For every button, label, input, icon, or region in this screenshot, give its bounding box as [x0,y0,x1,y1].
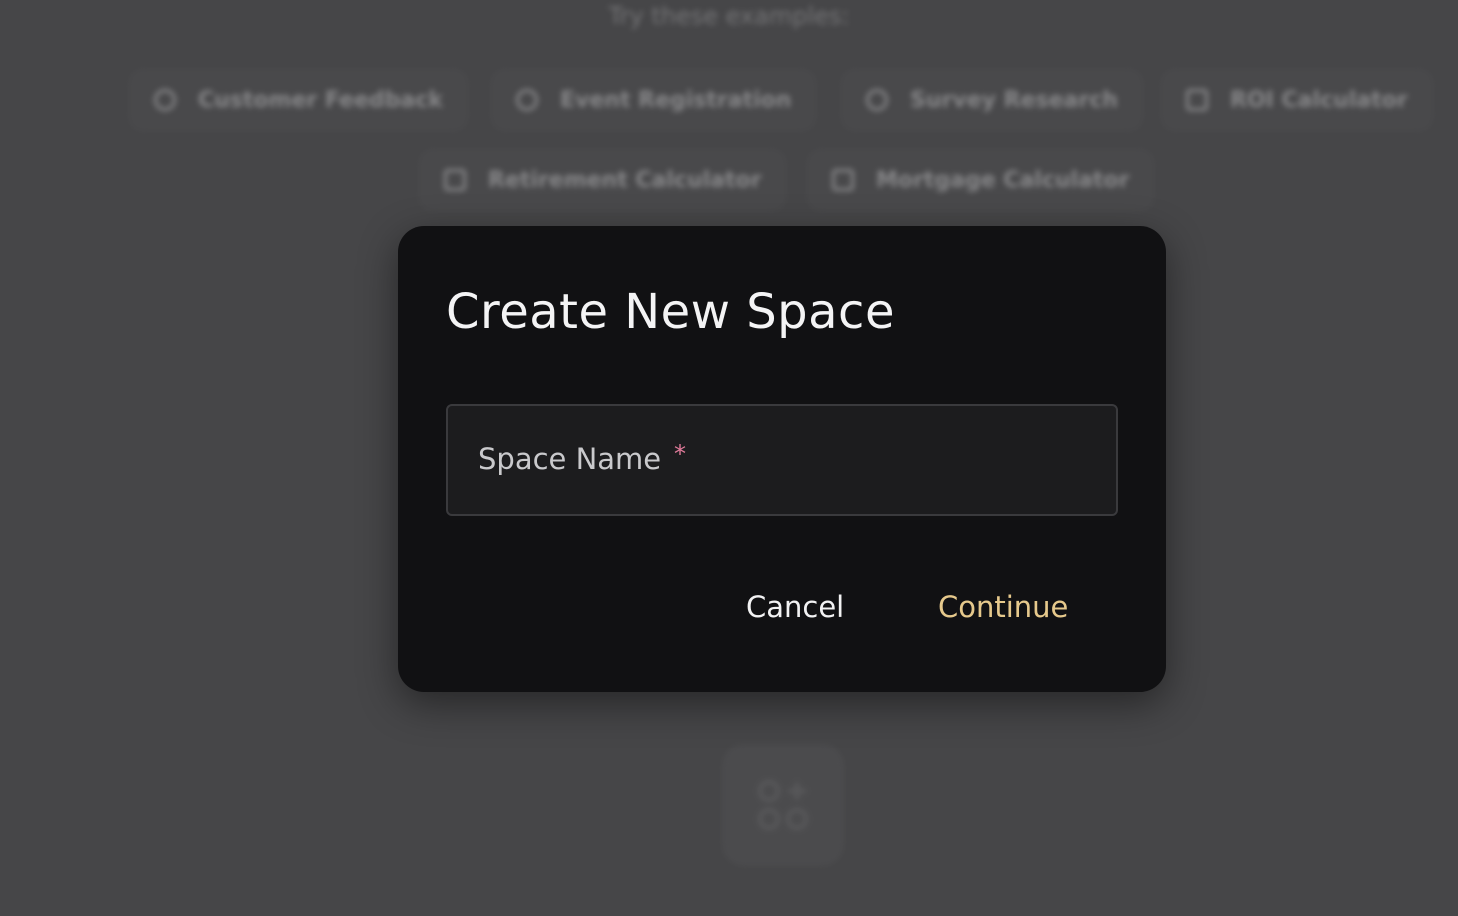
app-screen: Try these examples: Customer Feedback Ev… [0,0,1458,916]
example-chip-roi-calculator[interactable]: ROI Calculator [1160,68,1434,132]
apps-add-icon[interactable] [722,744,844,866]
calculator-icon [832,169,854,191]
chip-label: ROI Calculator [1230,87,1408,113]
chip-label: Event Registration [560,87,792,113]
calculator-icon [1186,89,1208,111]
example-chip-mortgage-calculator[interactable]: Mortgage Calculator [806,148,1156,212]
cancel-button[interactable]: Cancel [734,582,856,632]
example-chip-customer-feedback[interactable]: Customer Feedback [128,68,469,132]
continue-button[interactable]: Continue [926,582,1080,632]
dialog-title: Create New Space [446,284,895,340]
space-name-input[interactable] [448,406,1120,516]
chat-bubble-icon [866,89,888,111]
example-chip-survey-research[interactable]: Survey Research [840,68,1144,132]
tile-dot [758,808,780,830]
chip-label: Survey Research [910,87,1118,113]
tile-plus [786,780,808,802]
chat-bubble-icon [516,89,538,111]
chat-bubble-icon [154,89,176,111]
calculator-icon [444,169,466,191]
space-name-field[interactable]: Space Name * [446,404,1120,516]
create-space-dialog: Create New Space Space Name * Cancel Con… [398,226,1166,692]
tile-dot [786,808,808,830]
example-chip-retirement-calculator[interactable]: Retirement Calculator [418,148,788,212]
examples-heading: Try these examples: [608,2,850,30]
chip-label: Mortgage Calculator [876,167,1130,193]
example-chip-event-registration[interactable]: Event Registration [490,68,818,132]
chip-label: Retirement Calculator [488,167,762,193]
chip-label: Customer Feedback [198,87,443,113]
tile-dot [758,780,780,802]
